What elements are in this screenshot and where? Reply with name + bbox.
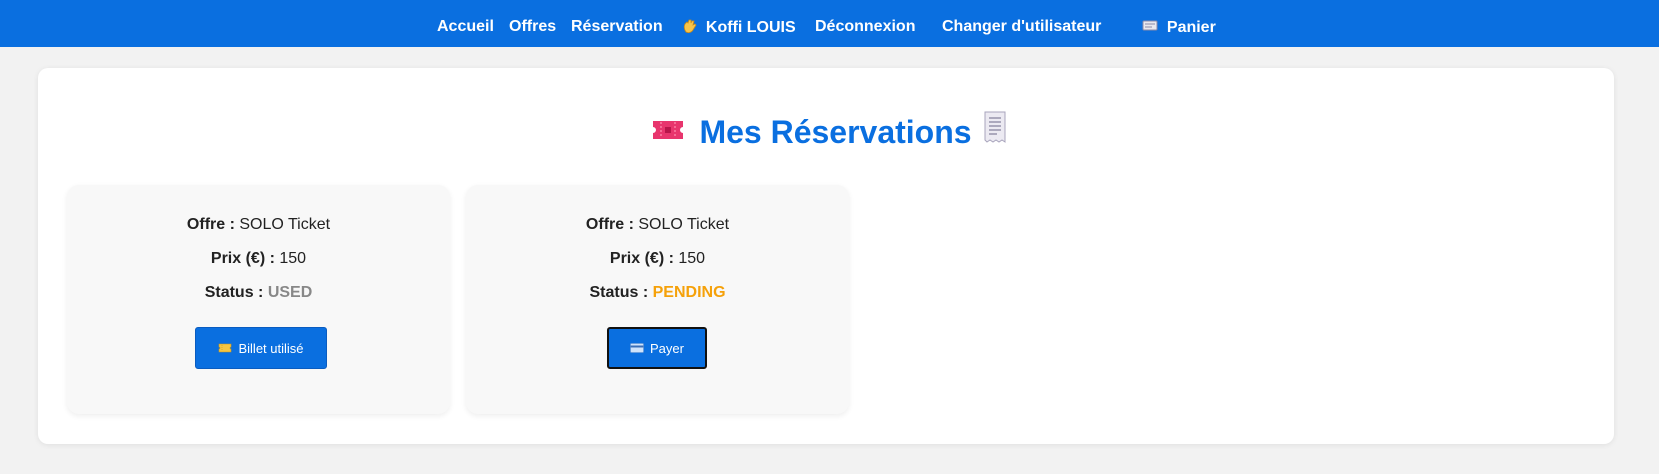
offre-value: SOLO Ticket	[638, 216, 730, 233]
nav-link-reservation[interactable]: Réservation	[571, 17, 663, 37]
prix-label: Prix (€) :	[210, 250, 275, 267]
cart-icon	[1142, 19, 1162, 35]
offre-label: Offre :	[186, 216, 235, 233]
navbar: Accueil Offres Réservation Koffi LOUIS D…	[0, 0, 1659, 47]
prix-line: Prix (€) : 150	[466, 249, 849, 269]
billet-utilise-button[interactable]: Billet utilisé	[195, 327, 327, 369]
nav-panier-label: Panier	[1166, 19, 1216, 36]
page-title: Mes Réservations	[0, 110, 1659, 156]
nav-link-panier[interactable]: Panier	[1142, 17, 1216, 38]
prix-value: 150	[678, 250, 706, 267]
nav-link-deconnexion[interactable]: Déconnexion	[815, 17, 915, 37]
status-badge: USED	[267, 284, 313, 301]
prix-value: 150	[279, 250, 307, 267]
reservation-card: Offre : SOLO Ticket Prix (€) : 150 Statu…	[67, 185, 450, 414]
ticket-icon	[218, 343, 232, 353]
offre-value: SOLO Ticket	[239, 216, 331, 233]
billet-utilise-label: Billet utilisé	[238, 340, 304, 356]
status-badge: PENDING	[652, 284, 726, 301]
credit-card-icon	[630, 343, 644, 353]
nav-link-user[interactable]: Koffi LOUIS	[683, 17, 796, 38]
page-title-text: Mes Réservations	[699, 114, 972, 150]
payer-button[interactable]: Payer	[607, 327, 707, 369]
receipt-icon	[982, 110, 1008, 153]
status-label: Status :	[589, 284, 649, 301]
status-line: Status : PENDING	[466, 283, 849, 303]
prix-line: Prix (€) : 150	[67, 249, 450, 269]
offre-label: Offre :	[585, 216, 634, 233]
offre-line: Offre : SOLO Ticket	[466, 215, 849, 235]
reservation-card: Offre : SOLO Ticket Prix (€) : 150 Statu…	[466, 185, 849, 414]
offre-line: Offre : SOLO Ticket	[67, 215, 450, 235]
waving-hand-icon	[683, 19, 701, 35]
nav-link-changer-utilisateur[interactable]: Changer d'utilisateur	[942, 17, 1101, 37]
payer-label: Payer	[650, 340, 684, 356]
status-line: Status : USED	[67, 283, 450, 303]
nav-link-offres[interactable]: Offres	[509, 17, 556, 37]
prix-label: Prix (€) :	[609, 250, 674, 267]
nav-link-accueil[interactable]: Accueil	[437, 17, 494, 37]
nav-user-name: Koffi LOUIS	[705, 19, 796, 36]
status-label: Status :	[204, 284, 264, 301]
ticket-icon	[651, 112, 685, 152]
